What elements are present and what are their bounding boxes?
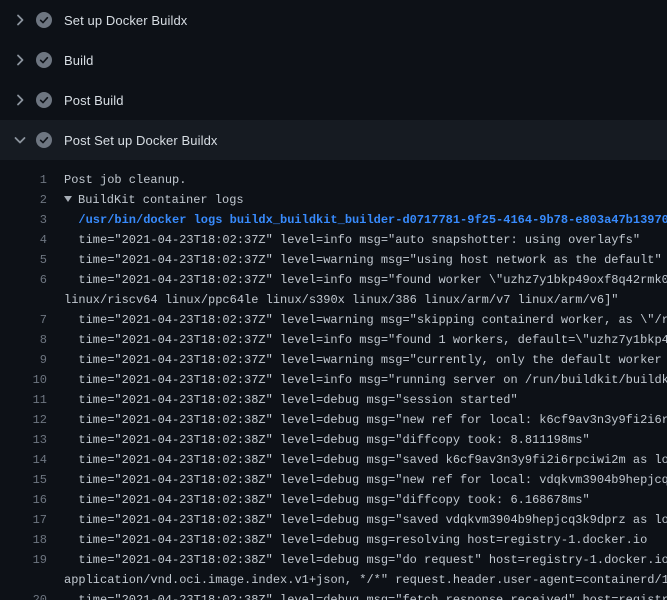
triangle-down-icon[interactable] — [64, 190, 78, 210]
log-line-number[interactable]: 7 — [0, 310, 47, 330]
log-line-text: time="2021-04-23T18:02:38Z" level=debug … — [64, 490, 590, 510]
log-line-number[interactable] — [0, 570, 47, 590]
log-line: 11 time="2021-04-23T18:02:38Z" level=deb… — [0, 390, 667, 410]
log-line-number[interactable]: 13 — [0, 430, 47, 450]
log-line-text: time="2021-04-23T18:02:38Z" level=debug … — [64, 410, 667, 430]
chevron-right-icon — [12, 12, 28, 28]
log-line: 1 Post job cleanup. — [0, 170, 667, 190]
log-line: 16 time="2021-04-23T18:02:38Z" level=deb… — [0, 490, 667, 510]
log-line-text: application/vnd.oci.image.index.v1+json,… — [64, 570, 667, 590]
step-label: Post Build — [64, 93, 124, 108]
step-row-post-set-up-docker-buildx[interactable]: Post Set up Docker Buildx — [0, 120, 667, 160]
log-line-text: time="2021-04-23T18:02:37Z" level=warnin… — [64, 250, 662, 270]
log-line: 5 time="2021-04-23T18:02:37Z" level=warn… — [0, 250, 667, 270]
step-row-build[interactable]: Build — [0, 40, 667, 80]
log-line: application/vnd.oci.image.index.v1+json,… — [0, 570, 667, 590]
log-line-text: time="2021-04-23T18:02:38Z" level=debug … — [64, 450, 667, 470]
log-line-number[interactable]: 11 — [0, 390, 47, 410]
log-line-text: time="2021-04-23T18:02:37Z" level=info m… — [64, 230, 640, 250]
log-line-number[interactable]: 20 — [0, 590, 47, 600]
log-line: 15 time="2021-04-23T18:02:38Z" level=deb… — [0, 470, 667, 490]
log-line-number[interactable]: 12 — [0, 410, 47, 430]
log-line-text: /usr/bin/docker logs buildx_buildkit_bui… — [64, 210, 667, 230]
log-line: 4 time="2021-04-23T18:02:37Z" level=info… — [0, 230, 667, 250]
step-row-set-up-docker-buildx[interactable]: Set up Docker Buildx — [0, 0, 667, 40]
log-line-text: linux/riscv64 linux/ppc64le linux/s390x … — [64, 290, 619, 310]
log-line-text: time="2021-04-23T18:02:38Z" level=debug … — [64, 530, 647, 550]
log-line-number[interactable]: 10 — [0, 370, 47, 390]
chevron-down-icon — [12, 132, 28, 148]
log-line-number[interactable] — [0, 290, 47, 310]
log-line: 12 time="2021-04-23T18:02:38Z" level=deb… — [0, 410, 667, 430]
log-line: 14 time="2021-04-23T18:02:38Z" level=deb… — [0, 450, 667, 470]
log-line-number[interactable]: 6 — [0, 270, 47, 290]
log-line-number[interactable]: 19 — [0, 550, 47, 570]
log-line: 6 time="2021-04-23T18:02:37Z" level=info… — [0, 270, 667, 290]
log-line: 3 /usr/bin/docker logs buildx_buildkit_b… — [0, 210, 667, 230]
log-line: 2 BuildKit container logs — [0, 190, 667, 210]
log-line: linux/riscv64 linux/ppc64le linux/s390x … — [0, 290, 667, 310]
check-circle-icon — [36, 132, 52, 148]
check-circle-icon — [36, 92, 52, 108]
log-line: 9 time="2021-04-23T18:02:37Z" level=warn… — [0, 350, 667, 370]
log-line-number[interactable]: 17 — [0, 510, 47, 530]
log-line-number[interactable]: 15 — [0, 470, 47, 490]
log-line-number[interactable]: 1 — [0, 170, 47, 190]
log-line-number[interactable]: 14 — [0, 450, 47, 470]
steps-list: Set up Docker Buildx Build Post Build Po… — [0, 0, 667, 160]
log-line-text: time="2021-04-23T18:02:38Z" level=debug … — [64, 550, 667, 570]
log-line-text: time="2021-04-23T18:02:38Z" level=debug … — [64, 510, 667, 530]
chevron-right-icon — [12, 52, 28, 68]
log-area: 1 Post job cleanup. 2 BuildKit container… — [0, 160, 667, 600]
log-line-text: time="2021-04-23T18:02:38Z" level=debug … — [64, 430, 590, 450]
step-label: Build — [64, 53, 93, 68]
log-line-number[interactable]: 4 — [0, 230, 47, 250]
log-line-text: time="2021-04-23T18:02:38Z" level=debug … — [64, 470, 667, 490]
step-label: Set up Docker Buildx — [64, 13, 187, 28]
log-line: 17 time="2021-04-23T18:02:38Z" level=deb… — [0, 510, 667, 530]
step-label: Post Set up Docker Buildx — [64, 133, 218, 148]
step-row-post-build[interactable]: Post Build — [0, 80, 667, 120]
log-group-header[interactable]: BuildKit container logs — [64, 190, 244, 210]
log-line-number[interactable]: 9 — [0, 350, 47, 370]
log-line-number[interactable]: 8 — [0, 330, 47, 350]
log-line-text: Post job cleanup. — [64, 170, 186, 190]
log-group-title: BuildKit container logs — [78, 193, 244, 207]
chevron-right-icon — [12, 92, 28, 108]
log-line: 19 time="2021-04-23T18:02:38Z" level=deb… — [0, 550, 667, 570]
log-line: 18 time="2021-04-23T18:02:38Z" level=deb… — [0, 530, 667, 550]
log-line-text: time="2021-04-23T18:02:38Z" level=debug … — [64, 390, 518, 410]
log-line: 10 time="2021-04-23T18:02:37Z" level=inf… — [0, 370, 667, 390]
log-line-number[interactable]: 18 — [0, 530, 47, 550]
log-line-number[interactable]: 16 — [0, 490, 47, 510]
log-line-number[interactable]: 3 — [0, 210, 47, 230]
log-line: 8 time="2021-04-23T18:02:37Z" level=info… — [0, 330, 667, 350]
log-line-text: time="2021-04-23T18:02:37Z" level=info m… — [64, 370, 667, 390]
log-line-number[interactable]: 5 — [0, 250, 47, 270]
log-line-text: time="2021-04-23T18:02:37Z" level=warnin… — [64, 350, 667, 370]
check-circle-icon — [36, 12, 52, 28]
log-line-text: time="2021-04-23T18:02:37Z" level=info m… — [64, 330, 667, 350]
log-line-text: time="2021-04-23T18:02:37Z" level=info m… — [64, 270, 667, 290]
check-circle-icon — [36, 52, 52, 68]
log-line-text: time="2021-04-23T18:02:38Z" level=debug … — [64, 590, 667, 600]
workflow-log-viewer: Set up Docker Buildx Build Post Build Po… — [0, 0, 667, 600]
log-line: 7 time="2021-04-23T18:02:37Z" level=warn… — [0, 310, 667, 330]
log-line-text: time="2021-04-23T18:02:37Z" level=warnin… — [64, 310, 667, 330]
log-line: 20 time="2021-04-23T18:02:38Z" level=deb… — [0, 590, 667, 600]
log-line-number[interactable]: 2 — [0, 190, 47, 210]
log-line: 13 time="2021-04-23T18:02:38Z" level=deb… — [0, 430, 667, 450]
